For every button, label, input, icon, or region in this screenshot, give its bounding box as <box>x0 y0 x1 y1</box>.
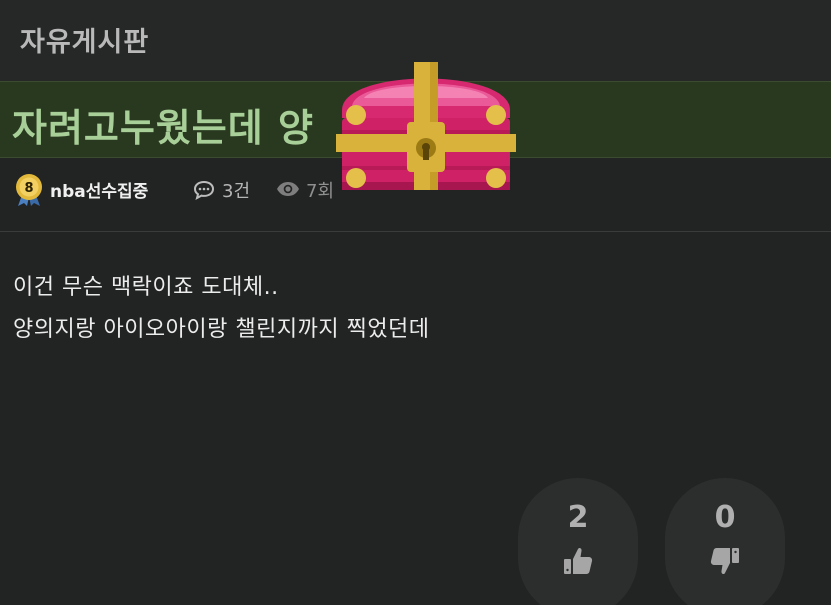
downvote-count: 0 <box>714 500 736 535</box>
downvote-button[interactable]: 0 <box>665 478 785 605</box>
post-page: 자유게시판 자려고누웠는데 양 8 nba선수집중 3건 7회 이건 무슨 맥락… <box>0 0 831 605</box>
treasure-chest-icon[interactable] <box>334 58 518 194</box>
comment-icon <box>193 180 215 200</box>
eye-icon <box>277 182 299 196</box>
comment-count: 3건 <box>222 181 251 202</box>
post-body-line: 이건 무슨 맥락이죠 도대체.. <box>13 275 279 300</box>
thumbs-down-icon <box>710 548 739 575</box>
level-badge-icon: 8 <box>16 174 42 206</box>
board-title[interactable]: 자유게시판 <box>20 20 149 59</box>
level-number: 8 <box>24 181 33 196</box>
upvote-button[interactable]: 2 <box>518 478 638 605</box>
post-body-line: 양의지랑 아이오아이랑 챌린지까지 찍었던데 <box>13 317 430 342</box>
author-name[interactable]: nba선수집중 <box>50 177 148 202</box>
view-count: 7회 <box>306 181 335 202</box>
thumbs-up-icon <box>564 547 593 574</box>
upvote-count: 2 <box>567 500 589 535</box>
post-title: 자려고누웠는데 양 <box>12 106 314 150</box>
post-body: 이건 무슨 맥락이죠 도대체.. 양의지랑 아이오아이랑 챌린지까지 찍었던데 <box>13 267 430 351</box>
